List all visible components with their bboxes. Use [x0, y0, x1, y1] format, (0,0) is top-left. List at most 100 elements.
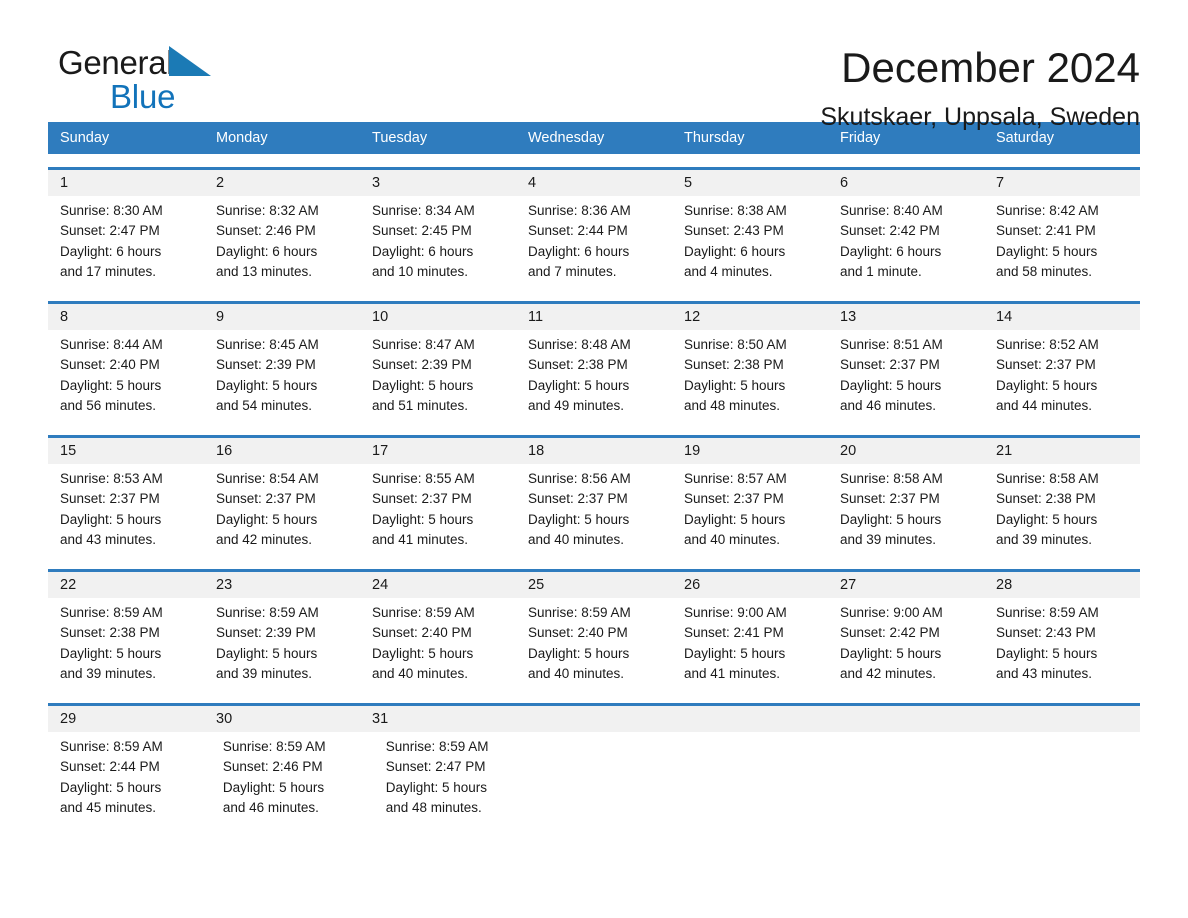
day-number[interactable]: 11 — [516, 304, 672, 330]
day-cell[interactable]: Sunrise: 8:38 AM Sunset: 2:43 PM Dayligh… — [672, 196, 828, 288]
sunset-text: Sunset: 2:41 PM — [684, 625, 784, 641]
daylight-text-line1: Daylight: 6 hours — [372, 243, 474, 259]
day-number[interactable]: 26 — [672, 572, 828, 598]
daylight-text-line2: and 51 minutes. — [372, 397, 469, 413]
empty-day-cell — [537, 732, 688, 824]
day-cell[interactable]: Sunrise: 8:32 AM Sunset: 2:46 PM Dayligh… — [204, 196, 360, 288]
sunrise-text: Sunrise: 8:38 AM — [684, 203, 787, 218]
sunset-text: Sunset: 2:46 PM — [216, 223, 316, 239]
calendar-week-row: 22 23 24 25 26 27 28 Sunrise: 8:59 AM Su… — [48, 569, 1140, 690]
day-cell[interactable]: Sunrise: 8:59 AM Sunset: 2:40 PM Dayligh… — [516, 598, 672, 690]
sunrise-text: Sunrise: 9:00 AM — [840, 605, 943, 620]
week-date-band: 15 16 17 18 19 20 21 — [48, 438, 1140, 464]
day-cell[interactable]: Sunrise: 8:47 AM Sunset: 2:39 PM Dayligh… — [360, 330, 516, 422]
day-number[interactable]: 31 — [360, 706, 516, 732]
sunset-text: Sunset: 2:38 PM — [684, 357, 784, 373]
day-number[interactable]: 17 — [360, 438, 516, 464]
day-cell[interactable]: Sunrise: 8:58 AM Sunset: 2:38 PM Dayligh… — [984, 464, 1140, 556]
sunrise-text: Sunrise: 8:58 AM — [996, 471, 1099, 486]
day-number[interactable]: 21 — [984, 438, 1140, 464]
week-detail-band: Sunrise: 8:30 AM Sunset: 2:47 PM Dayligh… — [48, 196, 1140, 288]
day-number[interactable]: 12 — [672, 304, 828, 330]
day-number[interactable]: 30 — [204, 706, 360, 732]
day-cell[interactable]: Sunrise: 8:59 AM Sunset: 2:40 PM Dayligh… — [360, 598, 516, 690]
day-cell[interactable]: Sunrise: 8:59 AM Sunset: 2:39 PM Dayligh… — [204, 598, 360, 690]
day-number[interactable]: 9 — [204, 304, 360, 330]
day-number[interactable]: 27 — [828, 572, 984, 598]
day-number[interactable]: 19 — [672, 438, 828, 464]
day-number[interactable]: 23 — [204, 572, 360, 598]
day-cell[interactable]: Sunrise: 8:57 AM Sunset: 2:37 PM Dayligh… — [672, 464, 828, 556]
day-cell[interactable]: Sunrise: 8:53 AM Sunset: 2:37 PM Dayligh… — [48, 464, 204, 556]
day-cell[interactable]: Sunrise: 8:44 AM Sunset: 2:40 PM Dayligh… — [48, 330, 204, 422]
daylight-text-line1: Daylight: 5 hours — [385, 779, 488, 795]
daylight-text-line1: Daylight: 6 hours — [216, 243, 318, 259]
day-number[interactable]: 8 — [48, 304, 204, 330]
day-cell[interactable]: Sunrise: 8:59 AM Sunset: 2:43 PM Dayligh… — [984, 598, 1140, 690]
day-cell[interactable]: Sunrise: 8:59 AM Sunset: 2:46 PM Dayligh… — [211, 732, 374, 824]
day-number[interactable]: 28 — [984, 572, 1140, 598]
day-number[interactable]: 6 — [828, 170, 984, 196]
day-cell[interactable]: Sunrise: 8:55 AM Sunset: 2:37 PM Dayligh… — [360, 464, 516, 556]
day-cell[interactable]: Sunrise: 8:30 AM Sunset: 2:47 PM Dayligh… — [48, 196, 204, 288]
day-cell[interactable]: Sunrise: 8:59 AM Sunset: 2:47 PM Dayligh… — [374, 732, 537, 824]
day-number[interactable]: 15 — [48, 438, 204, 464]
day-number-empty — [672, 706, 828, 732]
day-number[interactable]: 1 — [48, 170, 204, 196]
day-number[interactable]: 3 — [360, 170, 516, 196]
daylight-text-line1: Daylight: 5 hours — [222, 779, 325, 795]
sunset-text: Sunset: 2:46 PM — [222, 759, 323, 775]
daylight-text-line1: Daylight: 5 hours — [60, 511, 162, 527]
daylight-text-line1: Daylight: 5 hours — [684, 377, 786, 393]
daylight-text-line1: Daylight: 5 hours — [372, 645, 474, 661]
day-cell[interactable]: Sunrise: 8:51 AM Sunset: 2:37 PM Dayligh… — [828, 330, 984, 422]
week-date-band: 22 23 24 25 26 27 28 — [48, 572, 1140, 598]
day-cell[interactable]: Sunrise: 8:59 AM Sunset: 2:38 PM Dayligh… — [48, 598, 204, 690]
day-cell[interactable]: Sunrise: 8:59 AM Sunset: 2:44 PM Dayligh… — [48, 732, 211, 824]
day-cell[interactable]: Sunrise: 8:48 AM Sunset: 2:38 PM Dayligh… — [516, 330, 672, 422]
day-cell[interactable]: Sunrise: 8:50 AM Sunset: 2:38 PM Dayligh… — [672, 330, 828, 422]
week-detail-band: Sunrise: 8:44 AM Sunset: 2:40 PM Dayligh… — [48, 330, 1140, 422]
day-cell[interactable]: Sunrise: 8:42 AM Sunset: 2:41 PM Dayligh… — [984, 196, 1140, 288]
daylight-text-line1: Daylight: 5 hours — [60, 645, 162, 661]
daylight-text-line2: and 45 minutes. — [60, 799, 157, 815]
day-number[interactable]: 24 — [360, 572, 516, 598]
day-cell[interactable]: Sunrise: 8:45 AM Sunset: 2:39 PM Dayligh… — [204, 330, 360, 422]
week-detail-band: Sunrise: 8:53 AM Sunset: 2:37 PM Dayligh… — [48, 464, 1140, 556]
sunset-text: Sunset: 2:37 PM — [372, 491, 472, 507]
day-cell[interactable]: Sunrise: 8:34 AM Sunset: 2:45 PM Dayligh… — [360, 196, 516, 288]
daylight-text-line2: and 39 minutes. — [840, 531, 937, 547]
day-cell[interactable]: Sunrise: 9:00 AM Sunset: 2:41 PM Dayligh… — [672, 598, 828, 690]
sunrise-text: Sunrise: 8:55 AM — [372, 471, 475, 486]
day-cell[interactable]: Sunrise: 8:36 AM Sunset: 2:44 PM Dayligh… — [516, 196, 672, 288]
daylight-text-line2: and 39 minutes. — [996, 531, 1093, 547]
day-number[interactable]: 7 — [984, 170, 1140, 196]
day-number[interactable]: 5 — [672, 170, 828, 196]
day-number[interactable]: 13 — [828, 304, 984, 330]
day-number[interactable]: 14 — [984, 304, 1140, 330]
day-cell[interactable]: Sunrise: 8:40 AM Sunset: 2:42 PM Dayligh… — [828, 196, 984, 288]
day-cell[interactable]: Sunrise: 8:56 AM Sunset: 2:37 PM Dayligh… — [516, 464, 672, 556]
day-cell[interactable]: Sunrise: 8:58 AM Sunset: 2:37 PM Dayligh… — [828, 464, 984, 556]
day-number[interactable]: 4 — [516, 170, 672, 196]
day-number[interactable]: 25 — [516, 572, 672, 598]
day-cell[interactable]: Sunrise: 8:54 AM Sunset: 2:37 PM Dayligh… — [204, 464, 360, 556]
daylight-text-line2: and 46 minutes. — [840, 397, 937, 413]
day-number[interactable]: 2 — [204, 170, 360, 196]
sunrise-text: Sunrise: 8:40 AM — [840, 203, 943, 218]
daylight-text-line1: Daylight: 5 hours — [684, 645, 786, 661]
sunrise-text: Sunrise: 8:59 AM — [385, 739, 489, 754]
day-number[interactable]: 29 — [48, 706, 204, 732]
day-cell[interactable]: Sunrise: 9:00 AM Sunset: 2:42 PM Dayligh… — [828, 598, 984, 690]
sunset-text: Sunset: 2:44 PM — [528, 223, 628, 239]
logo-general-text: General — [58, 44, 174, 81]
day-number[interactable]: 20 — [828, 438, 984, 464]
day-number[interactable]: 10 — [360, 304, 516, 330]
day-number[interactable]: 16 — [204, 438, 360, 464]
day-number[interactable]: 22 — [48, 572, 204, 598]
day-cell[interactable]: Sunrise: 8:52 AM Sunset: 2:37 PM Dayligh… — [984, 330, 1140, 422]
empty-day-cell — [989, 732, 1140, 824]
daylight-text-line2: and 10 minutes. — [372, 263, 469, 279]
daylight-text-line2: and 4 minutes. — [684, 263, 773, 279]
day-number[interactable]: 18 — [516, 438, 672, 464]
